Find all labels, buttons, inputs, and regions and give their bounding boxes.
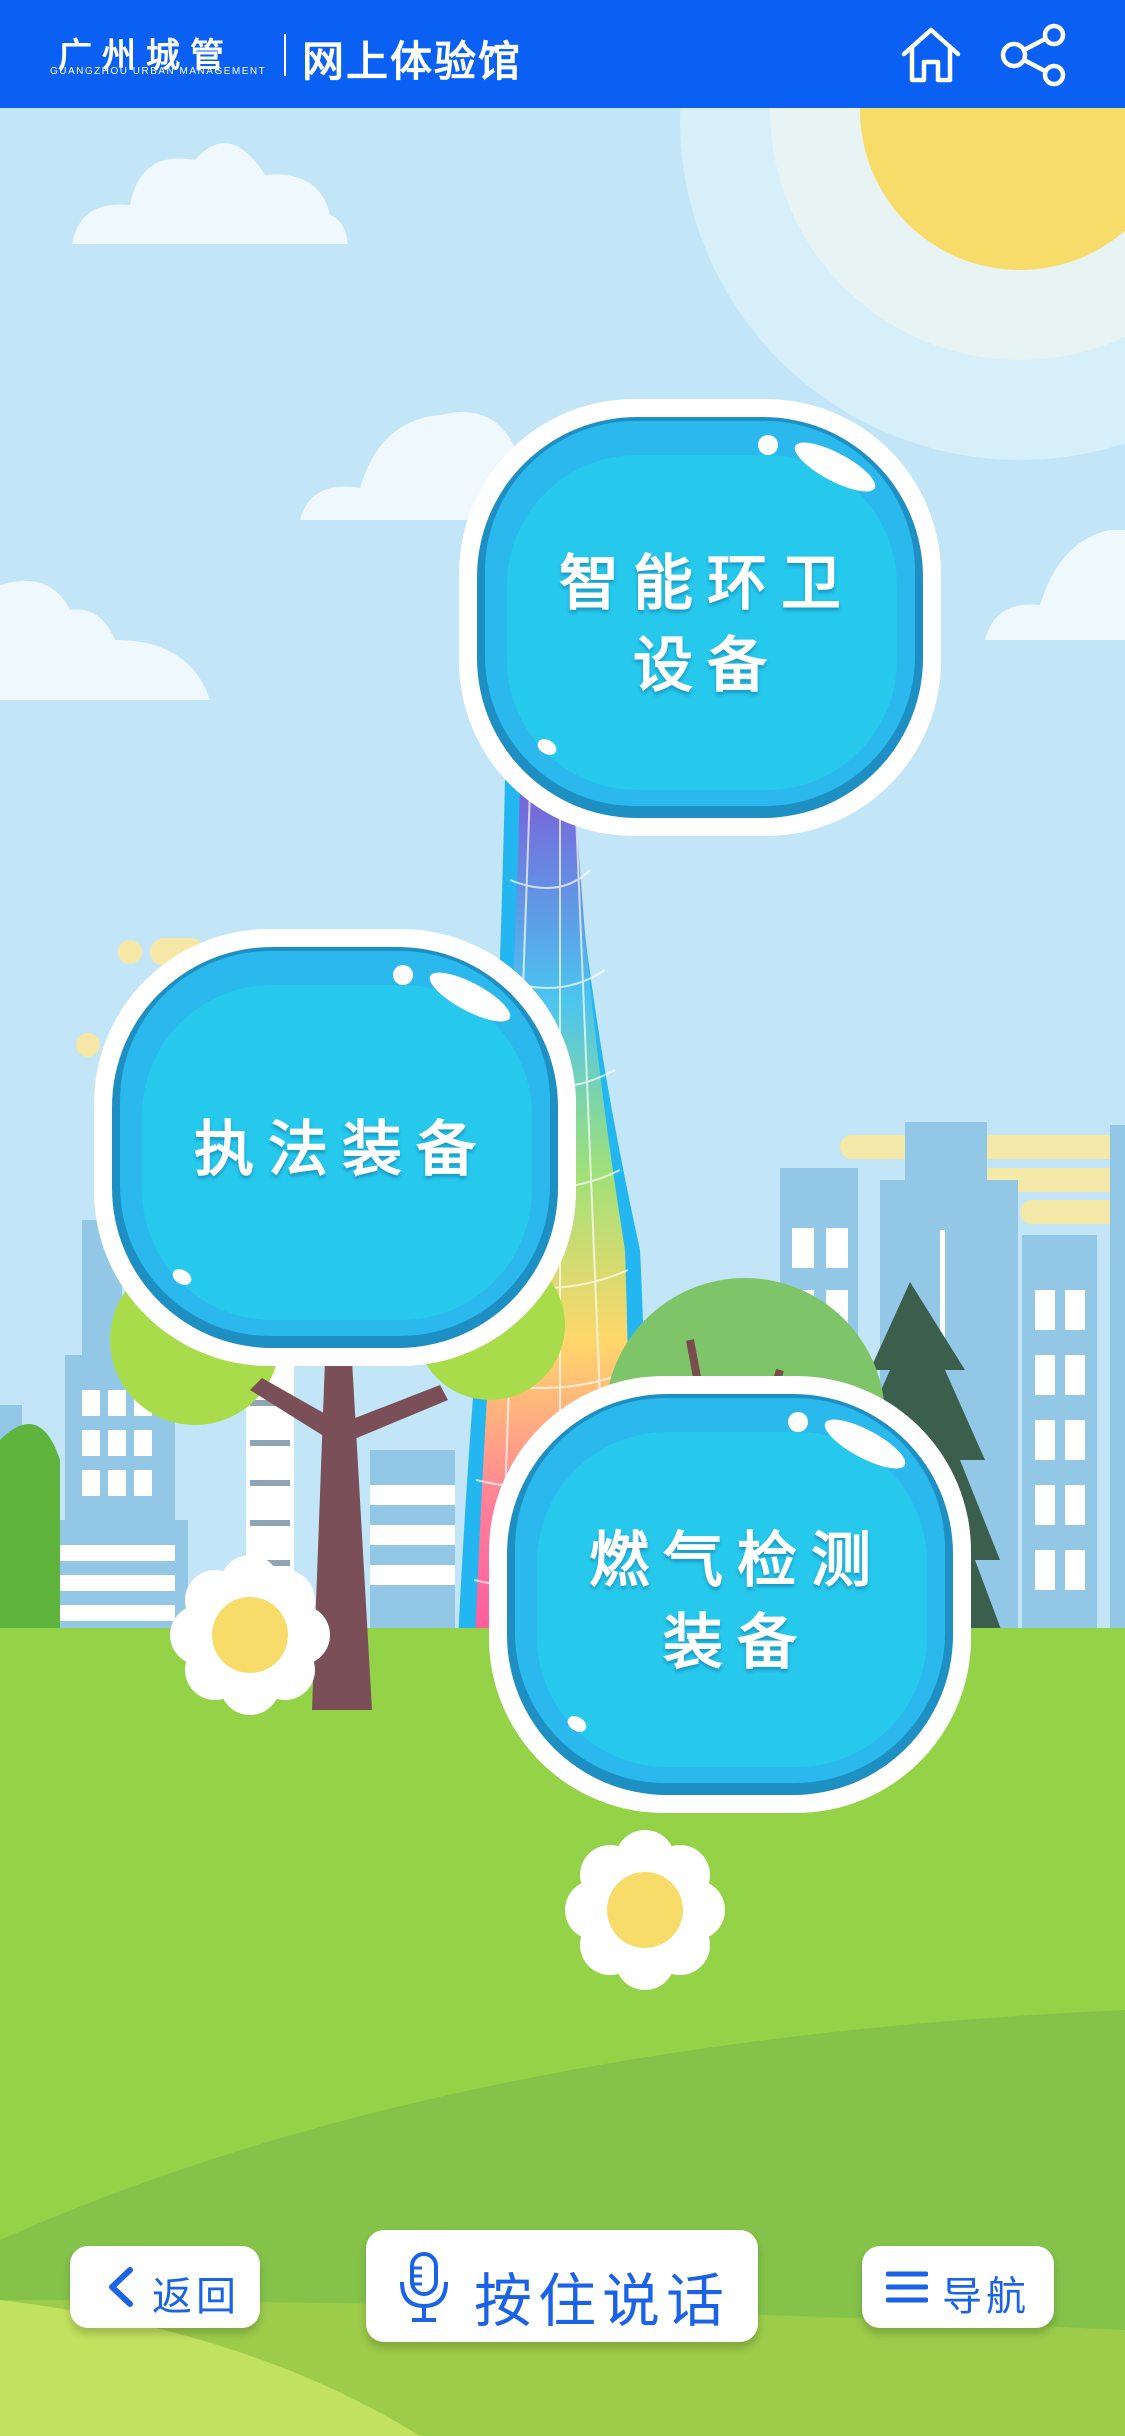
category-enforcement-equipment[interactable]: 执法装备: [90, 925, 580, 1370]
category-label: 智能环卫 设备: [559, 549, 855, 701]
home-button[interactable]: [898, 24, 964, 86]
back-button[interactable]: 返回: [70, 2246, 260, 2328]
back-label: 返回: [152, 2274, 240, 2320]
menu-icon: [886, 2271, 928, 2303]
talk-label: 按住说话: [474, 2267, 731, 2335]
header-divider: [284, 34, 286, 76]
share-icon: [1000, 23, 1066, 87]
category-label: 燃气检测 装备: [589, 1526, 885, 1678]
category-label: 执法装备: [194, 1115, 490, 1185]
hold-to-talk-button[interactable]: 按住说话: [366, 2230, 758, 2342]
home-icon: [901, 27, 961, 83]
category-sanitation-equipment[interactable]: 智能环卫 设备: [455, 395, 945, 840]
navigation-button[interactable]: 导航: [862, 2246, 1054, 2328]
microphone-icon: [400, 2252, 448, 2322]
logo-subtitle: GUANGZHOU URBAN MANAGEMENT: [50, 66, 267, 77]
page-title: 网上体验馆: [302, 37, 523, 86]
share-button[interactable]: [998, 22, 1070, 88]
app-header: 广州城管 GUANGZHOU URBAN MANAGEMENT 网上体验馆: [0, 0, 1125, 108]
nav-label: 导航: [942, 2274, 1030, 2320]
chevron-left-icon: [109, 2267, 133, 2307]
category-gas-detection-equipment[interactable]: 燃气检测 装备: [485, 1372, 975, 1817]
